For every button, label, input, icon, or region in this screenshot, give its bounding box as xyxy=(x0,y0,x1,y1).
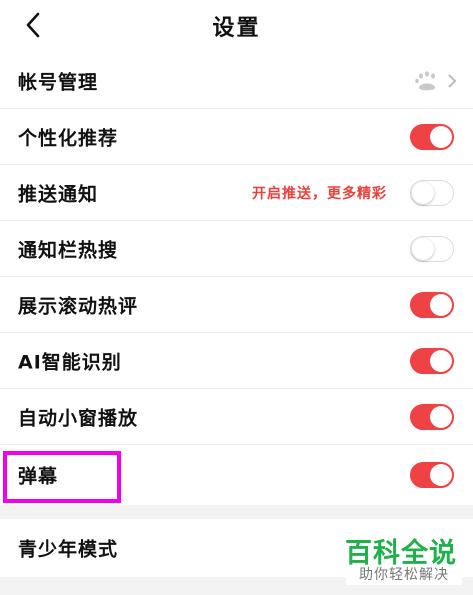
danmaku-toggle[interactable] xyxy=(410,462,454,488)
settings-row-ai: AI智能识别 xyxy=(0,333,473,389)
settings-row-hot-search: 通知栏热搜 xyxy=(0,221,473,277)
settings-row-account[interactable]: 帐号管理 xyxy=(0,53,473,109)
mini-window-toggle[interactable] xyxy=(410,403,454,430)
header: 设置 xyxy=(0,0,473,50)
setting-label: AI智能识别 xyxy=(18,351,122,373)
page-title: 设置 xyxy=(212,16,261,41)
setting-label: 青少年模式 xyxy=(18,538,119,561)
section-divider xyxy=(0,505,473,519)
setting-label: 推送通知 xyxy=(18,183,99,205)
setting-label: 自动小窗播放 xyxy=(18,407,139,429)
setting-label: 通知栏热搜 xyxy=(18,239,119,261)
highlight-box xyxy=(3,451,121,503)
account-right-icons xyxy=(415,70,457,90)
ai-toggle[interactable] xyxy=(410,347,454,374)
settings-row-mini-window: 自动小窗播放 xyxy=(0,389,473,445)
push-toggle[interactable] xyxy=(410,179,454,206)
setting-label: 展示滚动热评 xyxy=(18,295,139,317)
scroll-comments-toggle[interactable] xyxy=(410,291,454,318)
push-promo-text: 开启推送，更多精彩 xyxy=(252,185,387,202)
setting-label: 帐号管理 xyxy=(18,71,99,93)
personalized-toggle[interactable] xyxy=(410,123,454,150)
settings-row-personalized: 个性化推荐 xyxy=(0,109,473,165)
chevron-right-icon xyxy=(448,73,457,88)
paw-icon xyxy=(415,70,435,90)
settings-row-push: 推送通知 开启推送，更多精彩 xyxy=(0,165,473,221)
settings-row-scroll-comments: 展示滚动热评 xyxy=(0,277,473,333)
hot-search-toggle[interactable] xyxy=(410,235,454,262)
setting-label: 个性化推荐 xyxy=(18,127,119,149)
watermark-subtitle: 助你轻松解决 xyxy=(346,565,462,585)
